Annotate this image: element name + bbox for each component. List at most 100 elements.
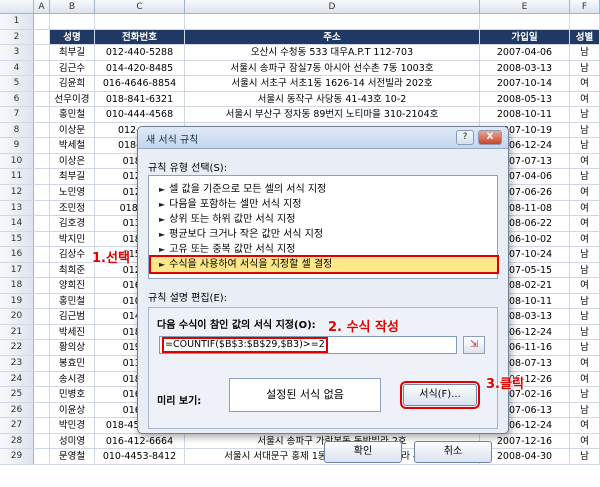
row-number[interactable]: 25: [0, 387, 34, 402]
header-gender[interactable]: 성별: [570, 29, 600, 45]
cell[interactable]: [34, 29, 50, 45]
cell[interactable]: 남: [570, 247, 600, 262]
cell[interactable]: 남: [570, 138, 600, 153]
row-number[interactable]: 22: [0, 340, 34, 356]
cell[interactable]: 여: [570, 278, 600, 293]
row-number[interactable]: 18: [0, 278, 34, 293]
row-number[interactable]: 28: [0, 433, 34, 449]
rule-type-list[interactable]: ► 셀 값을 기준으로 모든 셀의 서식 지정 ► 다음을 포함하는 셀만 서식 지…: [148, 175, 499, 279]
cell[interactable]: [34, 122, 50, 138]
format-button[interactable]: 서식(F)...: [400, 381, 480, 409]
cell[interactable]: 여: [570, 231, 600, 247]
cell[interactable]: 남: [570, 262, 600, 278]
row-number[interactable]: 15: [0, 231, 34, 247]
cell[interactable]: 012-440-5288: [95, 45, 185, 60]
row-number[interactable]: 24: [0, 371, 34, 387]
cell[interactable]: [34, 309, 50, 324]
cell[interactable]: 남: [570, 122, 600, 138]
cell[interactable]: 이상은: [50, 153, 95, 169]
cell[interactable]: 남: [570, 169, 600, 185]
cell[interactable]: 조민정: [50, 200, 95, 216]
select-all-corner[interactable]: [0, 0, 34, 13]
cell[interactable]: 2008-03-13: [480, 60, 570, 76]
cell[interactable]: [34, 45, 50, 60]
cell[interactable]: [34, 418, 50, 433]
cell[interactable]: 남: [570, 402, 600, 418]
row-number[interactable]: 5: [0, 76, 34, 91]
cell[interactable]: 016-412-6664: [95, 433, 185, 449]
cell[interactable]: [34, 200, 50, 216]
row-number[interactable]: 6: [0, 91, 34, 107]
column-header-a[interactable]: A: [34, 0, 50, 13]
cell[interactable]: [34, 371, 50, 387]
cell[interactable]: 김근범: [50, 309, 95, 324]
cell[interactable]: 송시경: [50, 371, 95, 387]
cell[interactable]: 최부길: [50, 45, 95, 60]
cell[interactable]: 2007-10-14: [480, 76, 570, 91]
cell[interactable]: [34, 14, 50, 29]
column-header-e[interactable]: E: [480, 0, 570, 13]
ok-button[interactable]: 확인: [324, 441, 402, 463]
cell[interactable]: 박세진: [50, 324, 95, 340]
cell[interactable]: 여: [570, 418, 600, 433]
row-number[interactable]: 26: [0, 402, 34, 418]
row-number[interactable]: 3: [0, 45, 34, 60]
cell[interactable]: 홍민철: [50, 107, 95, 122]
cell[interactable]: [34, 169, 50, 185]
cell[interactable]: [34, 324, 50, 340]
cell[interactable]: 여: [570, 76, 600, 91]
row-number[interactable]: 21: [0, 324, 34, 340]
rule-type-item[interactable]: ► 다음을 포함하는 셀만 서식 지정: [157, 197, 489, 212]
rule-type-item-selected[interactable]: ► 수식을 사용하여 서식을 지정할 셀 결정: [149, 255, 499, 274]
cell[interactable]: 박세철: [50, 138, 95, 153]
cell[interactable]: 여: [570, 185, 600, 200]
header-phone[interactable]: 전화번호: [95, 29, 185, 45]
cell[interactable]: [34, 433, 50, 449]
cell[interactable]: 김윤희: [50, 76, 95, 91]
formula-input[interactable]: =COUNTIF($B$3:$B$29,$B3)>=2: [159, 336, 457, 354]
cell[interactable]: 2008-05-13: [480, 91, 570, 107]
cell[interactable]: [34, 293, 50, 309]
row-number[interactable]: 23: [0, 356, 34, 371]
cell[interactable]: [34, 76, 50, 91]
cell[interactable]: 남: [570, 309, 600, 324]
cell[interactable]: [34, 231, 50, 247]
cell[interactable]: [34, 216, 50, 231]
cell[interactable]: 오산시 수청동 533 대우A.P.T 112-703: [185, 45, 480, 60]
cell[interactable]: [50, 14, 95, 29]
help-button[interactable]: ?: [456, 130, 474, 145]
column-header-f[interactable]: F: [570, 0, 600, 13]
cell[interactable]: [34, 262, 50, 278]
row-number[interactable]: 7: [0, 107, 34, 122]
header-name[interactable]: 성명: [50, 29, 95, 45]
cell[interactable]: 여: [570, 216, 600, 231]
row-number[interactable]: 1: [0, 14, 34, 29]
cell[interactable]: 여: [570, 433, 600, 449]
cell[interactable]: 박지민: [50, 231, 95, 247]
cell[interactable]: 2008-04-30: [480, 449, 570, 464]
row-number[interactable]: 13: [0, 200, 34, 216]
row-number[interactable]: 10: [0, 153, 34, 169]
cell[interactable]: 남: [570, 45, 600, 60]
cell[interactable]: 김근수: [50, 60, 95, 76]
cell[interactable]: [34, 247, 50, 262]
cell[interactable]: 010-4453-8412: [95, 449, 185, 464]
cell[interactable]: [34, 278, 50, 293]
row-number[interactable]: 14: [0, 216, 34, 231]
column-header-b[interactable]: B: [50, 0, 95, 13]
row-number[interactable]: 8: [0, 122, 34, 138]
row-number[interactable]: 19: [0, 293, 34, 309]
cell[interactable]: [34, 449, 50, 464]
cell[interactable]: 남: [570, 340, 600, 356]
cell[interactable]: 여: [570, 371, 600, 387]
cell[interactable]: 남: [570, 60, 600, 76]
cell[interactable]: 여: [570, 356, 600, 371]
cell[interactable]: [34, 356, 50, 371]
header-join-date[interactable]: 가입일: [480, 29, 570, 45]
row-number[interactable]: 29: [0, 449, 34, 464]
cell[interactable]: 2007-12-16: [480, 433, 570, 449]
row-number[interactable]: 12: [0, 185, 34, 200]
cell[interactable]: 이상문: [50, 122, 95, 138]
cell[interactable]: 2007-04-06: [480, 45, 570, 60]
cell[interactable]: [34, 60, 50, 76]
